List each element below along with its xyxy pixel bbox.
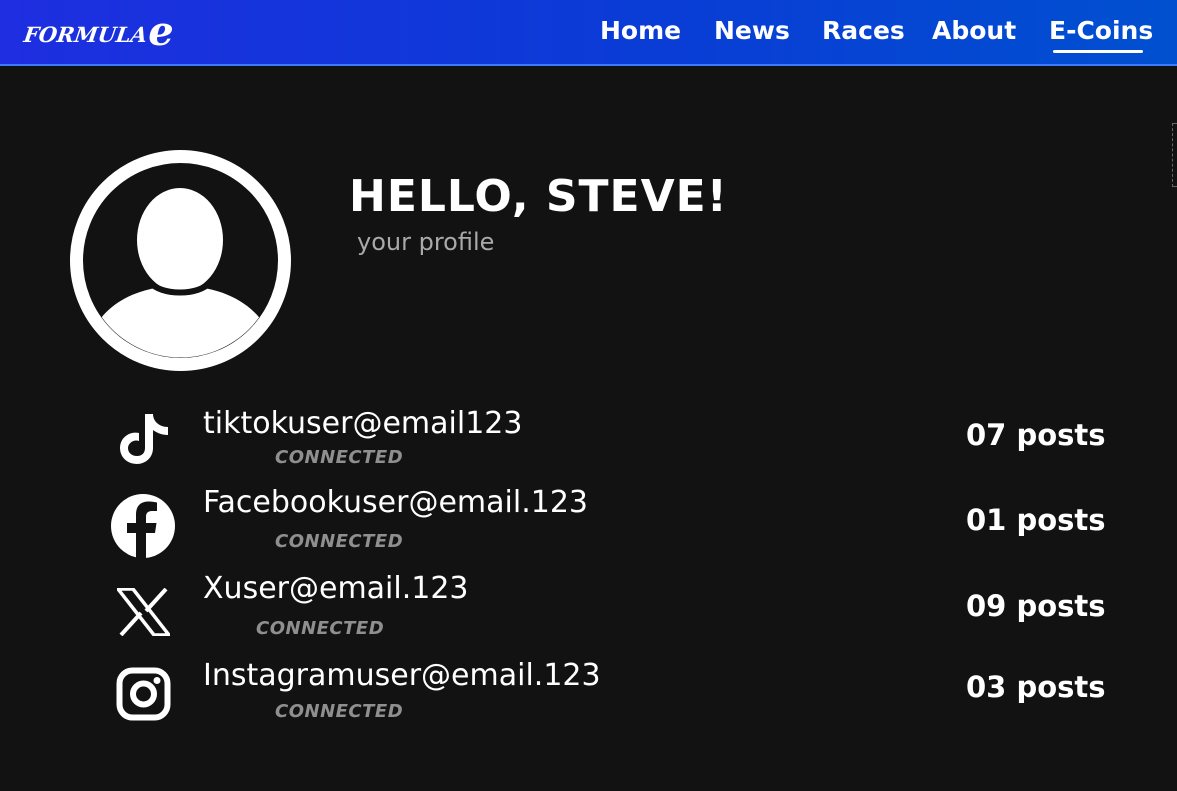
nav-news-link[interactable]: News bbox=[714, 16, 790, 45]
x-icon[interactable] bbox=[116, 587, 171, 640]
logo-wordmark: FORMULA bbox=[22, 21, 150, 47]
instagram-account-email: Instagramuser@email.123 bbox=[203, 658, 601, 693]
greeting-heading: HELLO, STEVE! bbox=[349, 171, 728, 222]
active-nav-underline bbox=[1053, 50, 1143, 53]
facebook-post-count: 01 posts bbox=[966, 503, 1106, 537]
top-navbar: FORMULA e Home News Races About E-Coins bbox=[0, 0, 1177, 66]
tiktok-account-email: tiktokuser@email123 bbox=[203, 406, 523, 441]
facebook-icon[interactable] bbox=[111, 494, 175, 562]
profile-subtitle: your profile bbox=[357, 228, 495, 256]
tiktok-icon[interactable] bbox=[118, 412, 172, 470]
nav-races-link[interactable]: Races bbox=[822, 16, 905, 45]
edge-handle bbox=[1172, 123, 1177, 187]
instagram-post-count: 03 posts bbox=[966, 670, 1106, 704]
nav-ecoins-link[interactable]: E-Coins bbox=[1049, 16, 1153, 45]
instagram-icon[interactable] bbox=[116, 667, 171, 725]
x-connection-status: CONNECTED bbox=[256, 618, 385, 639]
instagram-connection-status: CONNECTED bbox=[275, 701, 404, 722]
user-avatar-icon[interactable] bbox=[70, 150, 291, 371]
facebook-account-email: Facebookuser@email.123 bbox=[203, 485, 589, 520]
facebook-connection-status: CONNECTED bbox=[275, 531, 404, 552]
nav-home-link[interactable]: Home bbox=[600, 16, 681, 45]
x-account-email: Xuser@email.123 bbox=[203, 571, 469, 606]
formula-e-logo[interactable]: FORMULA e bbox=[22, 8, 174, 55]
x-post-count: 09 posts bbox=[966, 589, 1106, 623]
tiktok-connection-status: CONNECTED bbox=[275, 447, 404, 468]
nav-about-link[interactable]: About bbox=[932, 16, 1016, 45]
logo-e-mark: e bbox=[148, 8, 174, 55]
tiktok-post-count: 07 posts bbox=[966, 418, 1106, 452]
